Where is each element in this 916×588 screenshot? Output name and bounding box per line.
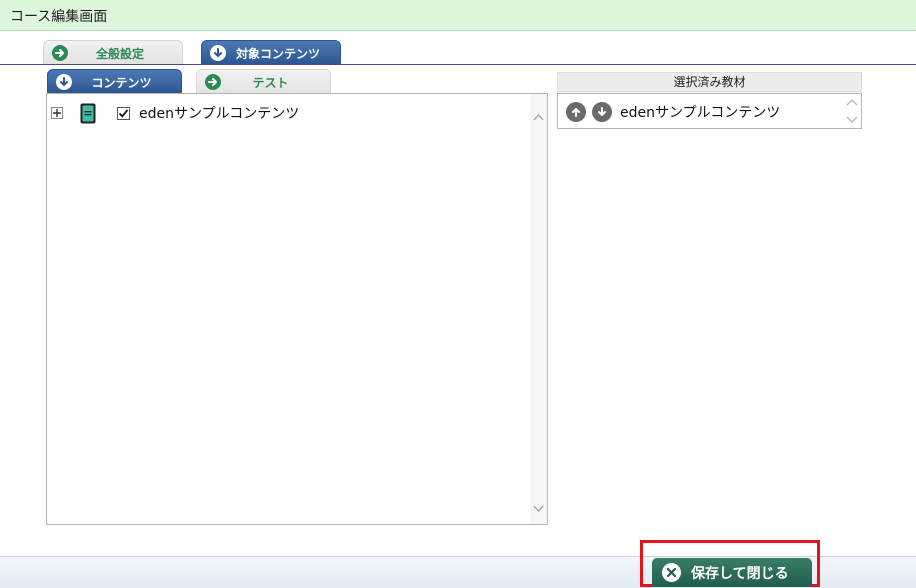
tab-general-settings-label: 全般設定 <box>95 46 144 61</box>
scroll-down-icon[interactable] <box>533 499 544 513</box>
arrow-down-circle-icon <box>56 74 72 90</box>
arrow-down-circle-icon <box>210 45 226 61</box>
subtab-content-label: コンテンツ <box>91 75 152 90</box>
content-checkbox[interactable] <box>117 106 130 120</box>
selected-list-scrollbar[interactable] <box>845 96 859 126</box>
subtab-test[interactable]: テスト <box>196 69 331 94</box>
arrow-right-circle-icon <box>205 74 221 90</box>
scroll-up-icon[interactable] <box>533 108 544 121</box>
move-down-icon[interactable] <box>592 102 612 122</box>
plus-expand-icon[interactable] <box>51 107 63 119</box>
book-icon <box>80 103 96 124</box>
selected-materials-header: 選択済み教材 <box>557 72 862 92</box>
content-tree-scrollbar[interactable] <box>530 94 547 524</box>
tree-item-label[interactable]: edenサンプルコンテンツ <box>139 103 299 123</box>
tab-general-settings[interactable]: 全般設定 <box>43 40 183 65</box>
close-circle-icon <box>662 563 681 582</box>
tab-target-content-label: 対象コンテンツ <box>235 46 320 61</box>
list-item: edenサンプルコンテンツ <box>566 101 780 123</box>
page-title: コース編集画面 <box>10 9 108 25</box>
subtab-content[interactable]: コンテンツ <box>47 69 182 94</box>
tree-item: edenサンプルコンテンツ <box>51 102 299 124</box>
tab-divider <box>0 64 916 65</box>
save-button-highlight: 保存して閉じる <box>640 540 820 587</box>
page-header: コース編集画面 <box>0 0 916 31</box>
selected-materials-list: edenサンプルコンテンツ <box>557 93 862 129</box>
save-and-close-label: 保存して閉じる <box>691 565 789 582</box>
arrow-right-circle-icon <box>52 45 68 61</box>
selected-item-label: edenサンプルコンテンツ <box>620 105 781 121</box>
tab-target-content[interactable]: 対象コンテンツ <box>201 40 341 65</box>
subtab-test-label: テスト <box>252 75 289 90</box>
content-tree-panel: edenサンプルコンテンツ <box>46 93 548 525</box>
save-and-close-button[interactable]: 保存して閉じる <box>652 558 812 587</box>
move-up-icon[interactable] <box>566 102 586 122</box>
